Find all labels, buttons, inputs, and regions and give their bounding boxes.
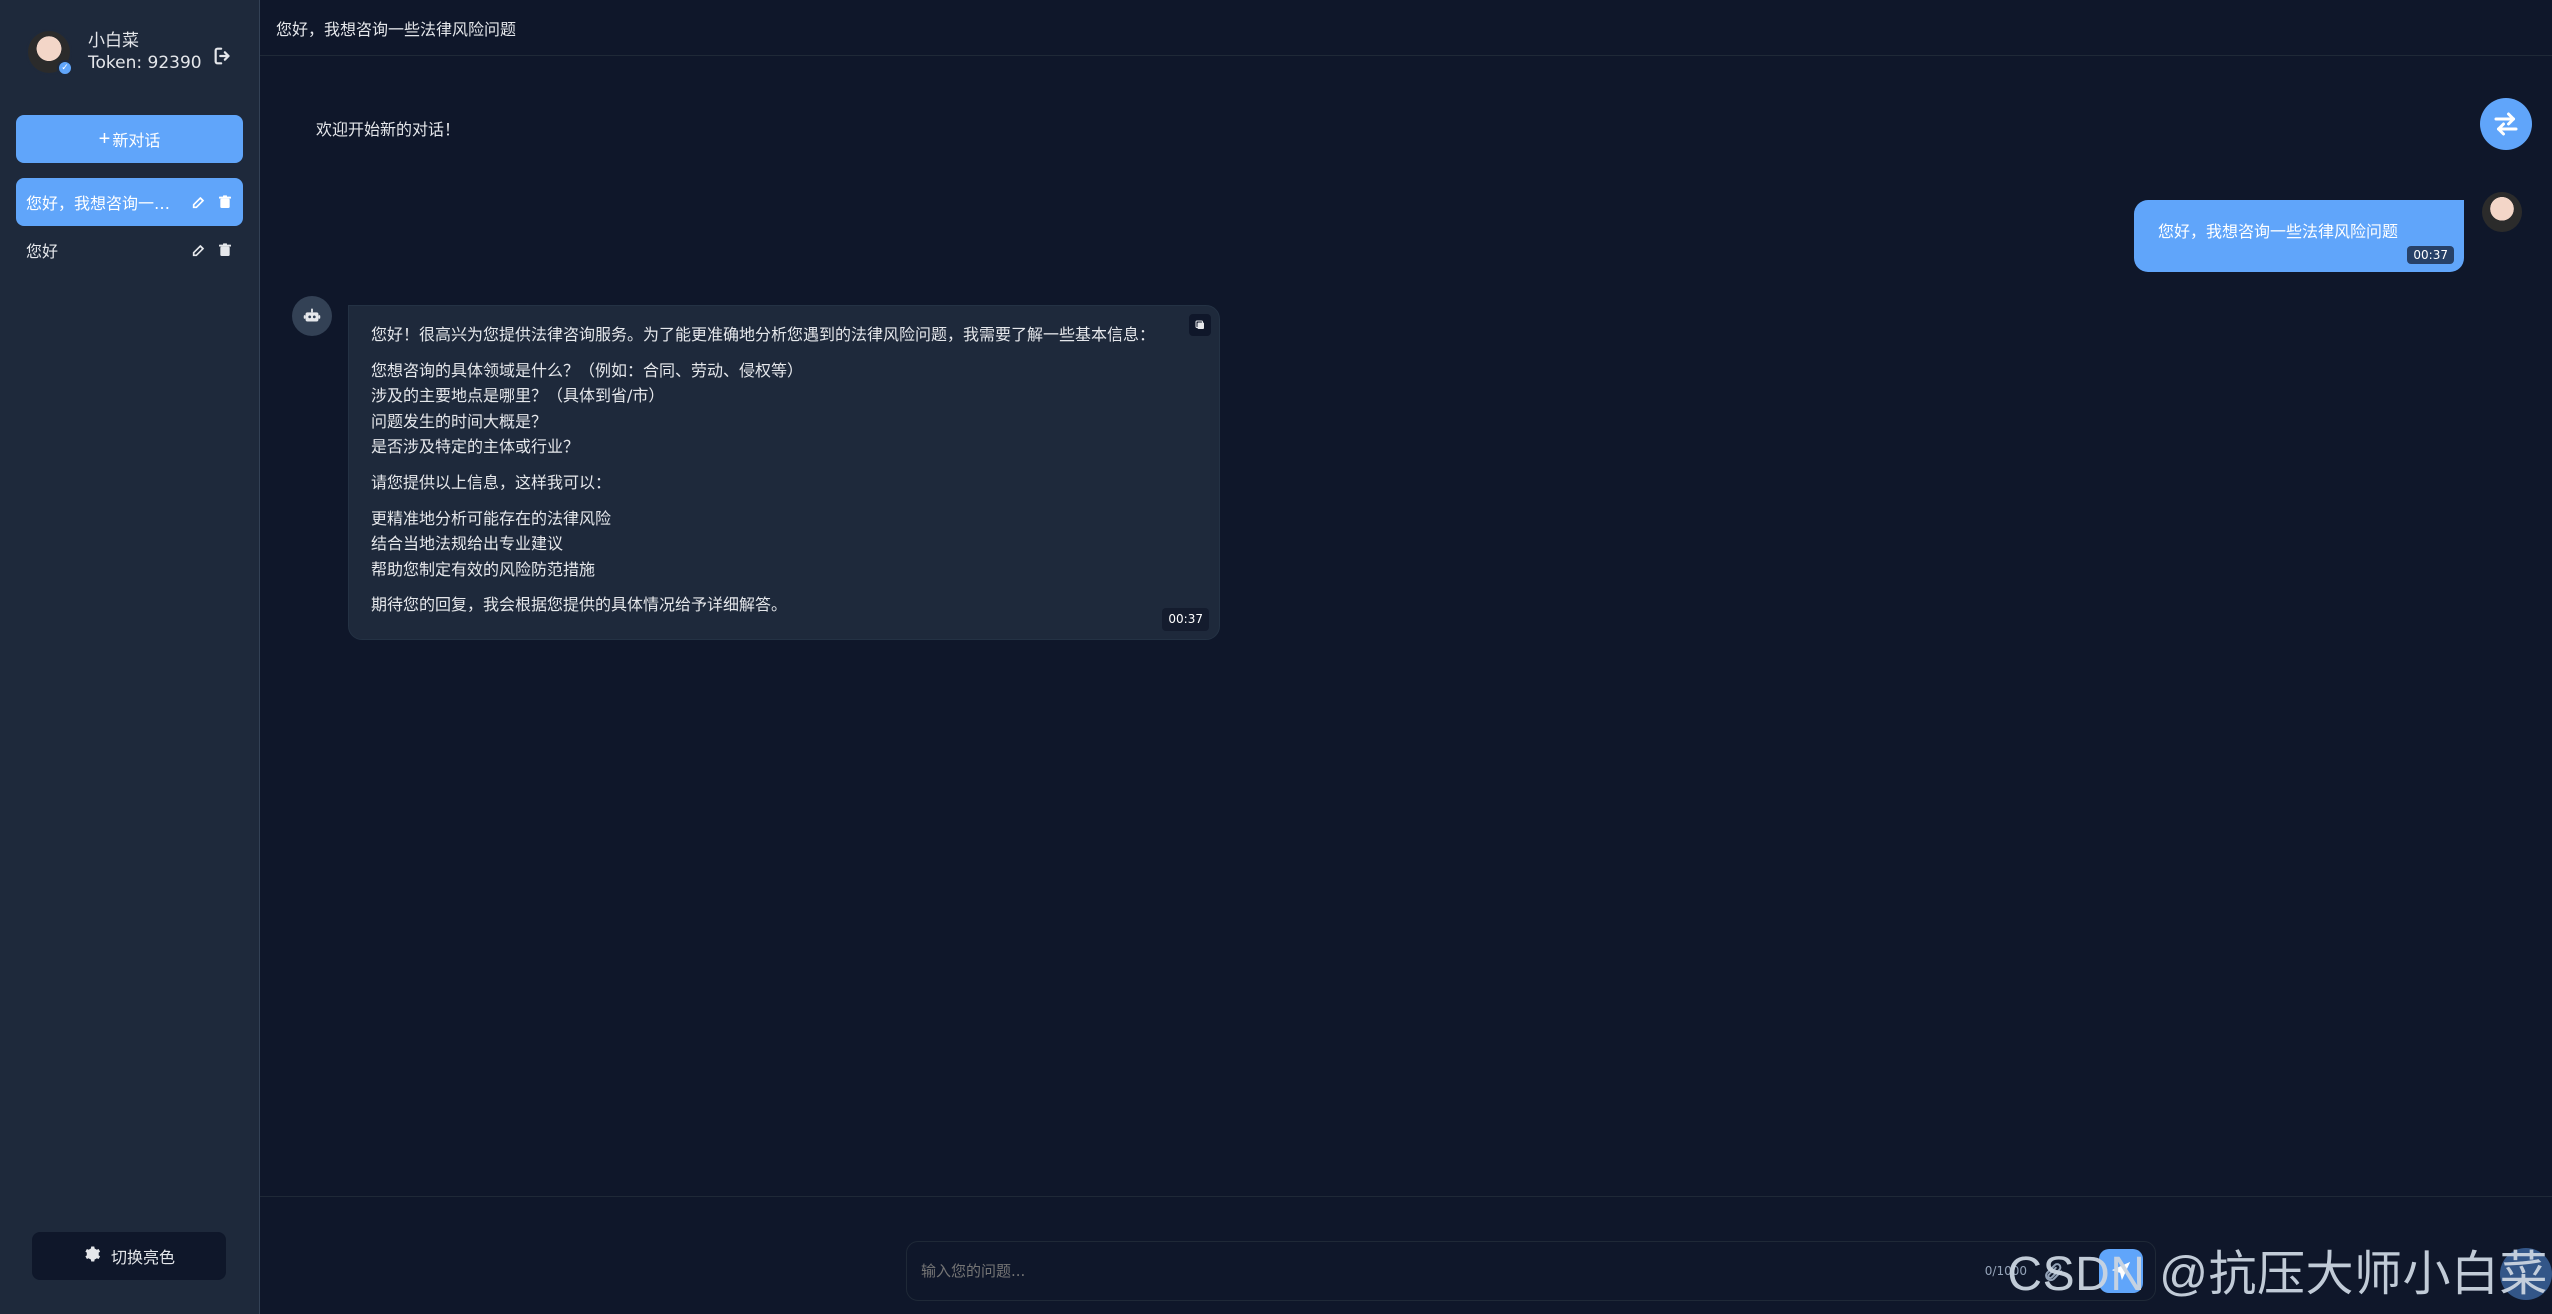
- conversation-item[interactable]: 您好，我想咨询一些...: [16, 178, 243, 226]
- welcome-text: 欢迎开始新的对话！: [316, 120, 461, 139]
- edit-icon[interactable]: [191, 242, 207, 258]
- list-item: 问题发生的时间大概是？: [371, 411, 548, 431]
- bot-questions-list: 您想咨询的具体领域是什么？（例如：合同、劳动、侵权等） 涉及的主要地点是哪里？（…: [371, 358, 1197, 460]
- app-root: ✓ 小白菜 Token: 92390 + 新对话 您好，我想咨询一些... 您好…: [0, 0, 2552, 1314]
- bot-benefits-list: 更精准地分析可能存在的法律风险 结合当地法规给出专业建议 帮助您制定有效的风险防…: [371, 506, 1197, 583]
- conversation-actions: [191, 194, 233, 210]
- message-input[interactable]: [919, 1242, 1975, 1300]
- message-time: 00:37: [2407, 246, 2454, 264]
- list-item: 您想咨询的具体领域是什么？（例如：合同、劳动、侵权等）: [371, 360, 804, 380]
- list-item: 帮助您制定有效的风险防范措施: [371, 559, 596, 579]
- swap-icon[interactable]: [2480, 98, 2532, 150]
- bot-outro: 期待您的回复，我会根据您提供的具体情况给予详细解答。: [371, 595, 788, 615]
- new-chat-label: 新对话: [112, 133, 161, 150]
- sidebar: ✓ 小白菜 Token: 92390 + 新对话 您好，我想咨询一些... 您好…: [0, 0, 260, 1314]
- conversation-title: 您好，我想咨询一些...: [26, 194, 186, 213]
- user-name: 小白菜: [88, 31, 139, 51]
- message-composer: 0/1000: [906, 1241, 2156, 1301]
- vip-badge-icon: ✓: [57, 60, 73, 77]
- user-message-text: 您好，我想咨询一些法律风险问题: [2158, 222, 2399, 241]
- conversation-title: 您好: [26, 242, 59, 261]
- token-balance: Token: 92390: [88, 53, 202, 74]
- message-time: 00:37: [1162, 607, 1209, 631]
- bot-intro: 您好！很高兴为您提供法律咨询服务。为了能更准确地分析您遇到的法律风险问题，我需要…: [371, 325, 1156, 344]
- user-info: 小白菜 Token: 92390: [88, 30, 202, 74]
- avatar: ✓: [28, 31, 73, 77]
- new-chat-button[interactable]: + 新对话: [16, 115, 243, 163]
- bot-icon: [292, 296, 332, 336]
- user-avatar: [2482, 192, 2522, 232]
- copy-icon[interactable]: [1189, 314, 1211, 336]
- logout-icon[interactable]: [210, 43, 236, 69]
- conversation-actions: [191, 242, 233, 258]
- conversation-list: 您好，我想咨询一些... 您好: [16, 178, 243, 274]
- bot-mid: 请您提供以上信息，这样我可以：: [371, 472, 612, 492]
- chat-header: 您好，我想咨询一些法律风险问题: [260, 0, 2552, 56]
- watermark-text: CSDN @抗压大师小白菜: [2007, 1248, 2548, 1301]
- gear-icon: [83, 1245, 101, 1268]
- list-item: 是否涉及特定的主体或行业？: [371, 437, 580, 457]
- conversation-item[interactable]: 您好: [16, 226, 243, 274]
- theme-toggle-button[interactable]: 切换亮色: [32, 1232, 226, 1280]
- list-item: 涉及的主要地点是哪里？（具体到省/市）: [371, 386, 665, 406]
- edit-icon[interactable]: [191, 194, 207, 210]
- chat-title: 您好，我想咨询一些法律风险问题: [276, 19, 517, 39]
- theme-toggle-label: 切换亮色: [110, 1250, 175, 1267]
- plus-icon: +: [98, 127, 111, 150]
- trash-icon[interactable]: [217, 194, 233, 210]
- bot-message-bubble: 您好！很高兴为您提供法律咨询服务。为了能更准确地分析您遇到的法律风险问题，我需要…: [348, 305, 1220, 640]
- list-item: 更精准地分析可能存在的法律风险: [371, 508, 612, 528]
- user-message-bubble: 您好，我想咨询一些法律风险问题 00:37: [2134, 200, 2464, 272]
- chat-main: 您好，我想咨询一些法律风险问题 欢迎开始新的对话！ 您好，我想咨询一些法律风险问…: [260, 0, 2552, 1314]
- user-profile: ✓ 小白菜 Token: 92390: [28, 30, 236, 77]
- trash-icon[interactable]: [217, 242, 233, 258]
- list-item: 结合当地法规给出专业建议: [371, 534, 564, 554]
